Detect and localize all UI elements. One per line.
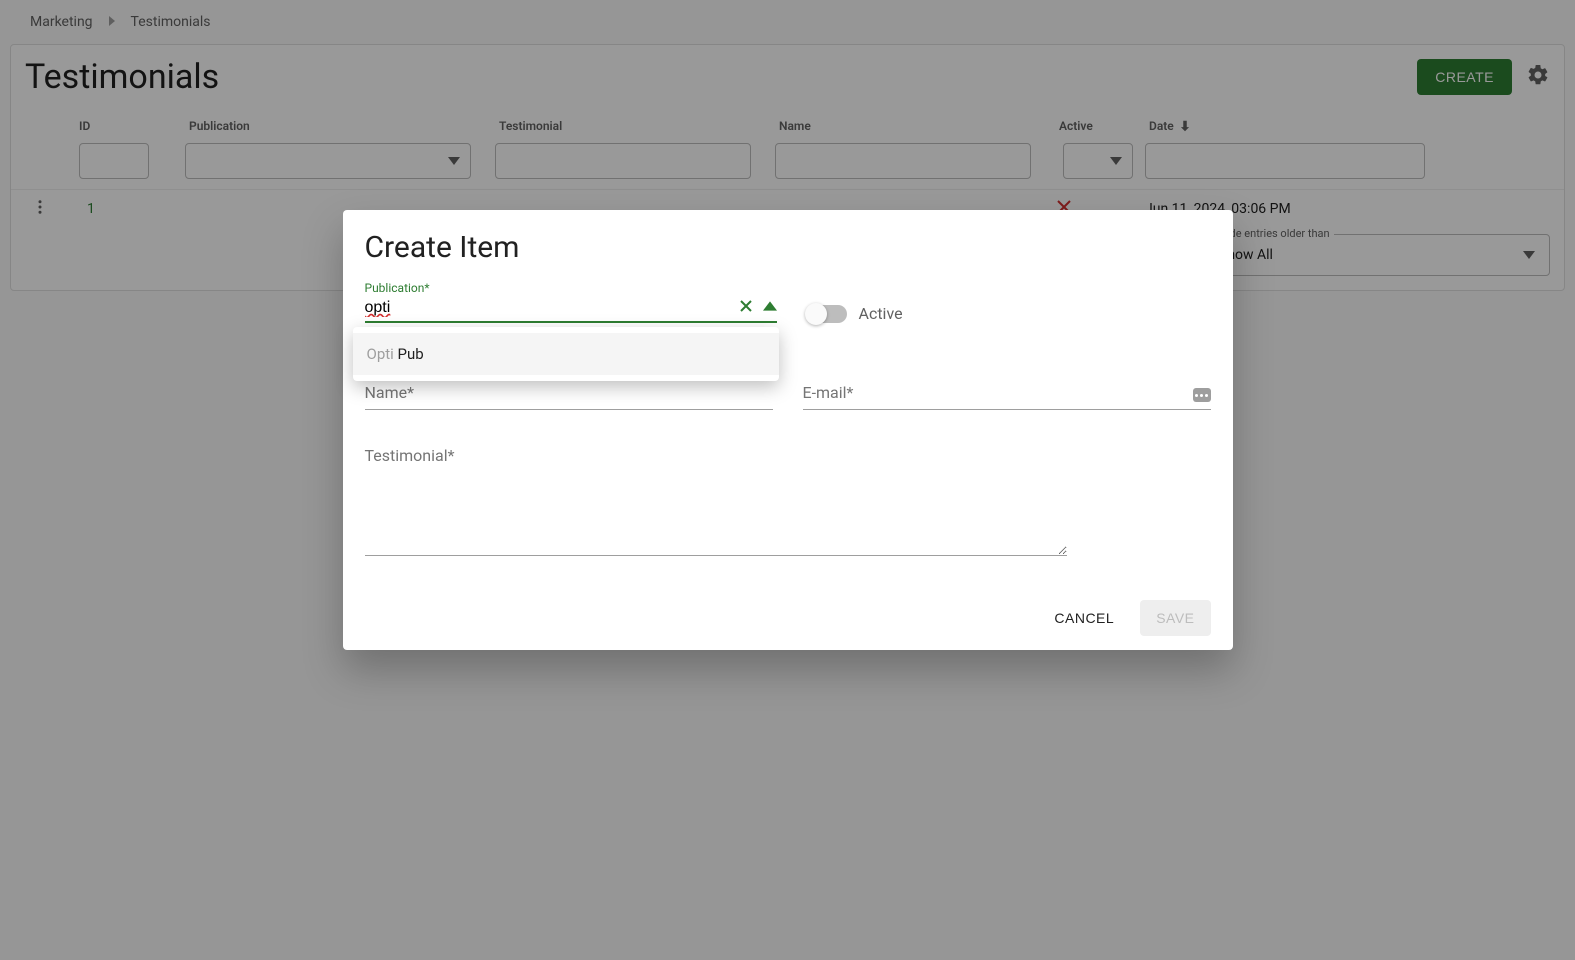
caret-up-icon[interactable] <box>763 299 777 317</box>
testimonial-textarea[interactable] <box>365 446 1067 556</box>
publication-input[interactable] <box>365 295 777 323</box>
active-toggle-wrap: Active <box>807 304 903 323</box>
save-button[interactable]: SAVE <box>1140 600 1210 636</box>
suggestion-rest-text: Pub <box>394 345 424 363</box>
testimonial-field: Testimonial* <box>365 446 1067 560</box>
cancel-button[interactable]: CANCEL <box>1044 602 1124 634</box>
email-input[interactable] <box>803 379 1211 410</box>
autofill-icon[interactable] <box>1193 388 1211 402</box>
clear-x-icon[interactable] <box>739 299 753 317</box>
name-input[interactable] <box>365 379 773 410</box>
publication-dropdown: Opti Pub <box>353 327 779 381</box>
suggestion-matched-text: Opti <box>367 345 394 363</box>
email-field: E-mail* <box>803 379 1211 410</box>
create-item-modal: Create Item Publication* Opti <box>343 210 1233 650</box>
active-toggle[interactable] <box>807 305 847 323</box>
active-toggle-label: Active <box>859 304 903 323</box>
name-field: Name* <box>365 379 773 410</box>
publication-field: Publication* Opti Pub <box>365 281 777 323</box>
modal-title: Create Item <box>365 230 1211 265</box>
publication-label: Publication* <box>365 281 777 295</box>
dropdown-item[interactable]: Opti Pub <box>353 333 779 375</box>
modal-overlay[interactable]: Create Item Publication* Opti <box>0 0 1575 960</box>
